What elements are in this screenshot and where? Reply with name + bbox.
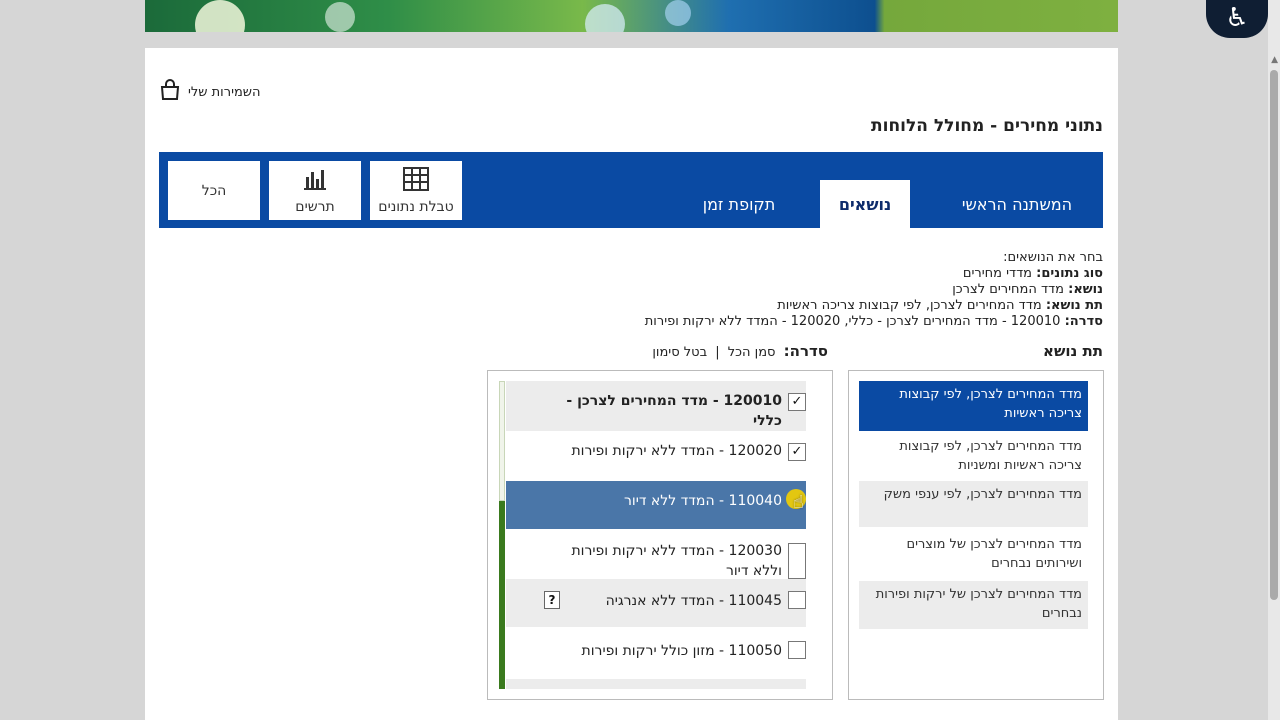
help-icon[interactable]: ? [544,591,560,609]
page-scroll-thumb[interactable] [1270,70,1278,600]
summary-topic: נושא: מדד המחירים לצרכן [952,282,1103,297]
series-scrollbar[interactable] [499,381,505,689]
selection-summary: בחר את הנושאים: סוג נתונים: מדדי מחירים … [645,250,1103,330]
subtopic-item[interactable]: מדד המחירים לצרכן של מוצרים ושירותים נבח… [859,531,1088,577]
series-item[interactable]: 120030 - המדד ללא ירקות ופירות וללא דיור [506,531,806,579]
select-all-link[interactable]: סמן הכל [728,345,776,360]
header-banner-image [145,0,1118,32]
summary-series: סדרה: 120010 - מדד המחירים לצרכן - כללי,… [644,314,1103,329]
chart-button[interactable]: תרשים [268,160,362,221]
series-item-label: 120030 - המדד ללא ירקות ופירות וללא דיור [571,543,782,579]
series-item-label: 120010 - מדד המחירים לצרכן - כללי [566,393,782,429]
link-divider: | [715,345,720,360]
tab-time-period[interactable]: תקופת זמן [679,180,799,228]
subtopic-title: תת נושא [1043,342,1103,360]
series-item-label: 110050 - מזון כולל ירקות ופירות [581,643,782,659]
subtopic-item-label: מדד המחירים לצרכן, לפי קבוצות צריכה ראשי… [899,387,1082,421]
page-scrollbar[interactable]: ▲ [1268,0,1280,720]
all-label: הכל [201,182,227,199]
my-saves-link[interactable]: השמירות שלי [158,78,261,106]
series-checkbox[interactable]: ✓ [788,443,806,461]
subtopic-item-label: מדד המחירים לצרכן של מוצרים ושירותים נבח… [906,537,1082,571]
page-title: נתוני מחירים - מחולל הלוחות [871,116,1103,136]
subtopic-item-label: מדד המחירים לצרכן, לפי ענפי משק [883,487,1082,502]
series-item[interactable] [506,679,806,689]
series-item-label: 120020 - המדד ללא ירקות ופירות [571,443,782,459]
series-list: ✓ 120010 - מדד המחירים לצרכן - כללי ✓ 12… [487,370,833,700]
subtopic-item[interactable]: מדד המחירים לצרכן, לפי קבוצות צריכה ראשי… [859,433,1088,479]
subtopic-item-label: מדד המחירים לצרכן, לפי קבוצות צריכה ראשי… [899,439,1082,473]
chart-label: תרשים [295,198,335,215]
series-checkbox[interactable] [788,591,806,609]
tab-topics[interactable]: נושאים [819,179,911,228]
series-item[interactable]: ✓ 120020 - המדד ללא ירקות ופירות [506,431,806,479]
series-item-label: 110040 - המדד ללא דיור [623,493,782,509]
series-item-label: 110045 - המדד ללא אנרגיה [605,593,782,609]
subtopic-item[interactable]: מדד המחירים לצרכן, לפי קבוצות צריכה ראשי… [859,381,1088,431]
clear-selection-link[interactable]: בטל סימון [652,345,707,360]
scroll-up-arrow-icon[interactable]: ▲ [1271,55,1278,65]
series-item-highlighted[interactable]: 110040 - המדד ללא דיור [506,481,806,529]
table-grid-icon [403,166,429,195]
series-label: סדרה: [783,342,828,360]
series-checkbox[interactable]: ✓ [788,393,806,411]
bar-chart-icon [302,167,328,195]
summary-data-type: סוג נתונים: מדדי מחירים [962,266,1103,281]
shopping-bag-icon [158,78,182,106]
tab-main-variable[interactable]: המשתנה הראשי [931,180,1103,228]
hand-cursor-icon: ☝ [793,492,804,513]
subtopic-item[interactable]: מדד המחירים לצרכן, לפי ענפי משק [859,481,1088,527]
series-item[interactable]: 110045 - המדד ללא אנרגיה ? [506,579,806,627]
tab-label: המשתנה הראשי [961,194,1073,214]
summary-subtopic: תת נושא: מדד המחירים לצרכן, לפי קבוצות צ… [777,298,1103,313]
summary-intro: בחר את הנושאים: [1003,250,1103,265]
series-scroll-thumb[interactable] [499,381,505,501]
subtopic-list: מדד המחירים לצרכן, לפי קבוצות צריכה ראשי… [848,370,1104,700]
series-item[interactable]: 110050 - מזון כולל ירקות ופירות [506,629,806,677]
data-table-button[interactable]: טבלת נתונים [369,160,463,221]
all-button[interactable]: הכל [167,160,261,221]
tab-bar: המשתנה הראשי נושאים תקופת זמן טבלת נתוני… [159,152,1103,228]
subtopic-item-label: מדד המחירים לצרכן של ירקות ופירות נבחרים [875,587,1082,621]
series-header: סדרה: סמן הכל | בטל סימון [652,342,828,360]
my-saves-label: השמירות שלי [188,84,261,100]
series-item[interactable]: ✓ 120010 - מדד המחירים לצרכן - כללי [506,381,806,431]
subtopic-item[interactable]: מדד המחירים לצרכן של ירקות ופירות נבחרים [859,581,1088,629]
accessibility-icon[interactable]: ♿ [1206,0,1268,38]
series-checkbox[interactable] [788,543,806,579]
series-checkbox[interactable] [788,641,806,659]
tab-label: נושאים [838,194,892,214]
tab-label: תקופת זמן [702,194,776,214]
data-table-label: טבלת נתונים [378,198,454,215]
